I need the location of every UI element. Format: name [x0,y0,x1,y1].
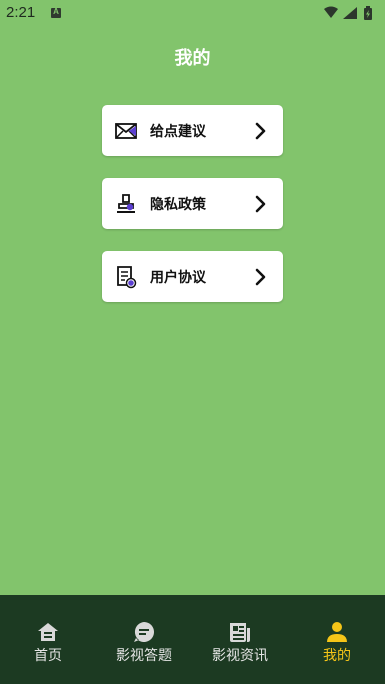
page-title: 我的 [174,48,211,69]
chevron-right-icon [255,195,266,213]
menu-item-label: 给点建议 [150,124,206,140]
menu-item-label: 隐私政策 [150,197,206,213]
menu-item-label: 用户协议 [150,270,206,286]
menu-item-privacy[interactable]: 隐私政策 [102,178,283,229]
newspaper-icon [230,623,250,642]
status-bar: 2:21 A [0,0,385,26]
bottom-nav: 首页 影视答题 影视资讯 我的 [0,595,385,684]
nav-label: 我的 [323,648,351,664]
nav-label: 影视答题 [116,648,172,664]
nav-item-quiz[interactable]: 影视答题 [96,595,192,684]
nav-label: 影视资讯 [212,648,268,664]
home-icon [38,623,58,641]
chevron-right-icon [255,268,266,286]
menu-item-feedback[interactable]: 给点建议 [102,105,283,156]
nav-label: 首页 [34,648,62,664]
battery-icon [364,6,372,20]
system-status-icons [324,6,372,20]
document-icon [117,266,137,289]
menu-item-user-agreement[interactable]: 用户协议 [102,251,283,302]
signal-icon [343,7,357,19]
notification-letter: A [53,7,59,16]
chat-bubble-icon [134,622,154,642]
mail-icon [115,123,137,139]
stamp-icon [117,194,135,213]
person-icon [327,622,347,642]
status-time: 2:21 [6,4,36,21]
notification-icon: A [51,7,61,18]
nav-item-mine[interactable]: 我的 [289,595,385,684]
chevron-right-icon [255,122,266,140]
nav-item-news[interactable]: 影视资讯 [192,595,288,684]
wifi-icon [324,6,338,18]
nav-item-home[interactable]: 首页 [0,595,96,684]
